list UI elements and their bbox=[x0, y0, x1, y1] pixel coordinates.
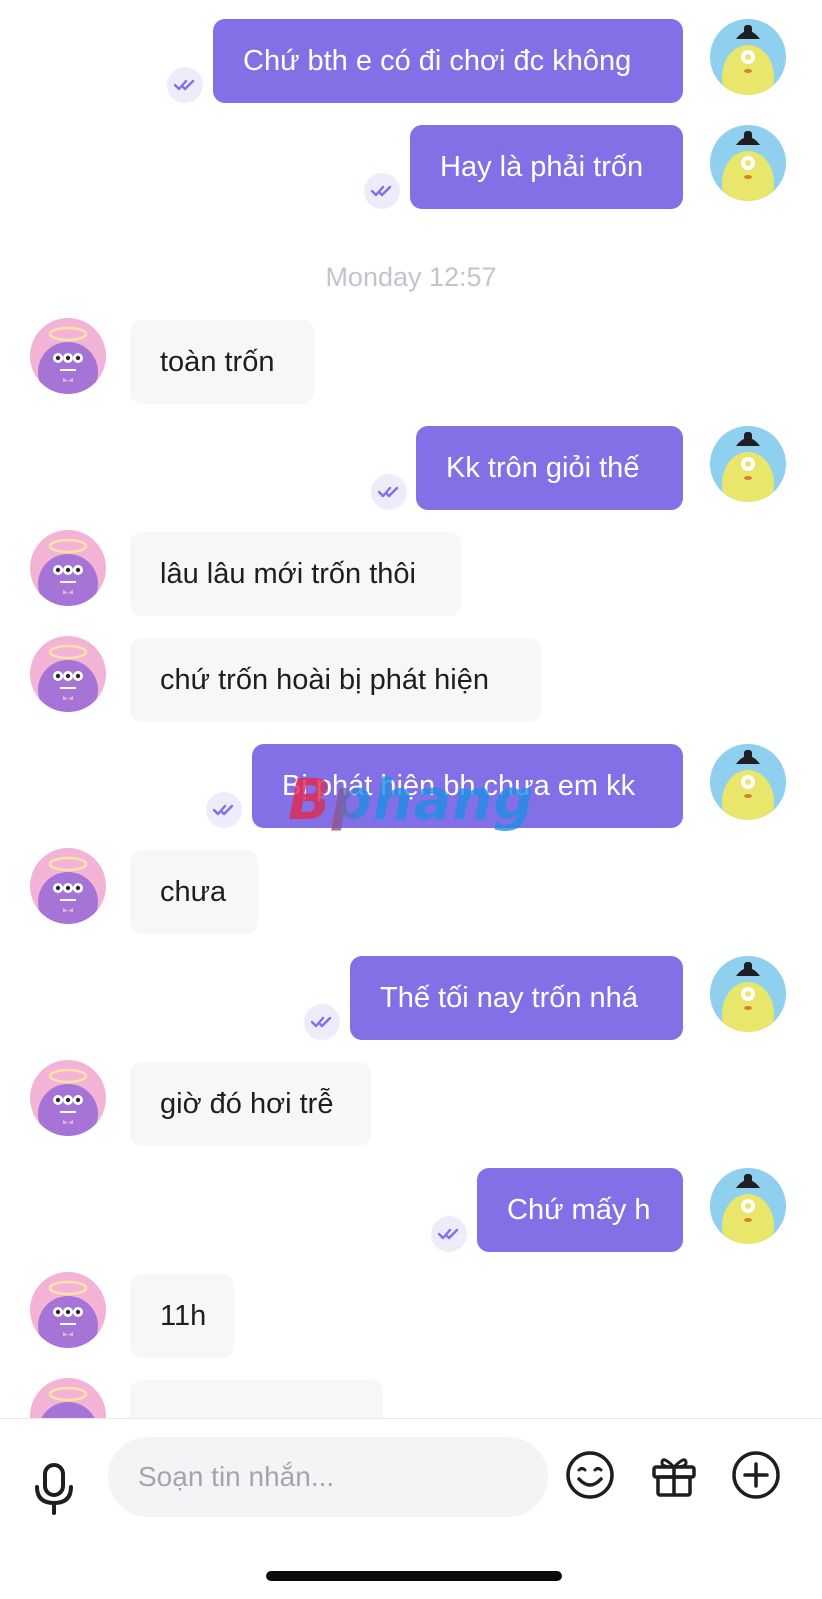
microphone-icon[interactable] bbox=[30, 1459, 78, 1519]
message-row-incoming: 11h bbox=[0, 1272, 822, 1358]
read-receipt-icon bbox=[431, 1216, 467, 1252]
message-row-outgoing: Chứ bth e có đi chơi đc không bbox=[0, 19, 822, 103]
avatar[interactable] bbox=[710, 1168, 786, 1244]
add-circle-icon[interactable] bbox=[730, 1449, 782, 1501]
message-bubble[interactable]: toàn trốn bbox=[130, 320, 314, 404]
avatar[interactable] bbox=[710, 956, 786, 1032]
message-row-incoming: lâu lâu mới trốn thôi bbox=[0, 530, 822, 616]
avatar[interactable] bbox=[30, 1378, 106, 1418]
message-bubble[interactable] bbox=[130, 1380, 383, 1418]
message-row-outgoing: Hay là phải trốn bbox=[0, 125, 822, 209]
message-list[interactable]: Chứ bth e có đi chơi đc không Hay là phả… bbox=[0, 0, 822, 1418]
read-receipt-icon bbox=[304, 1004, 340, 1040]
avatar[interactable] bbox=[30, 318, 106, 394]
message-bubble[interactable]: Kk trôn giỏi thế bbox=[416, 426, 683, 510]
message-row-incoming: chứ trốn hoài bị phát hiện bbox=[0, 636, 822, 722]
message-bubble[interactable]: 11h bbox=[130, 1274, 234, 1358]
message-row-incoming-partial bbox=[0, 1378, 822, 1418]
avatar[interactable] bbox=[710, 125, 786, 201]
read-receipt-icon bbox=[371, 474, 407, 510]
message-bubble[interactable]: chứ trốn hoài bị phát hiện bbox=[130, 638, 541, 722]
message-row-incoming: toàn trốn bbox=[0, 318, 822, 404]
avatar[interactable] bbox=[30, 848, 106, 924]
read-receipt-icon bbox=[167, 67, 203, 103]
message-bubble[interactable]: Thế tối nay trốn nhá bbox=[350, 956, 683, 1040]
message-row-outgoing: Chứ mấy h bbox=[0, 1168, 822, 1252]
message-input[interactable]: Soạn tin nhắn... bbox=[108, 1437, 548, 1517]
watermark-logo: Bphang bbox=[288, 768, 535, 833]
message-row-outgoing: Kk trôn giỏi thế bbox=[0, 426, 822, 510]
message-bubble[interactable]: lâu lâu mới trốn thôi bbox=[130, 532, 461, 616]
message-row-incoming: chưa bbox=[0, 848, 822, 934]
message-bubble[interactable]: Chứ bth e có đi chơi đc không bbox=[213, 19, 683, 103]
message-bubble[interactable]: chưa bbox=[130, 850, 258, 934]
message-bubble[interactable]: giờ đó hơi trễ bbox=[130, 1062, 371, 1146]
avatar[interactable] bbox=[30, 1060, 106, 1136]
read-receipt-icon bbox=[206, 792, 242, 828]
home-indicator[interactable] bbox=[266, 1571, 562, 1581]
message-row-incoming: giờ đó hơi trễ bbox=[0, 1060, 822, 1146]
avatar[interactable] bbox=[30, 530, 106, 606]
avatar[interactable] bbox=[710, 426, 786, 502]
avatar[interactable] bbox=[710, 19, 786, 95]
avatar[interactable] bbox=[30, 636, 106, 712]
read-receipt-icon bbox=[364, 173, 400, 209]
message-row-outgoing: Thế tối nay trốn nhá bbox=[0, 956, 822, 1040]
message-bubble[interactable]: Chứ mấy h bbox=[477, 1168, 683, 1252]
avatar[interactable] bbox=[710, 744, 786, 820]
avatar[interactable] bbox=[30, 1272, 106, 1348]
message-bubble[interactable]: Hay là phải trốn bbox=[410, 125, 683, 209]
gift-icon[interactable] bbox=[648, 1449, 700, 1501]
date-separator: Monday 12:57 bbox=[325, 262, 497, 292]
emoji-icon[interactable] bbox=[564, 1449, 616, 1501]
